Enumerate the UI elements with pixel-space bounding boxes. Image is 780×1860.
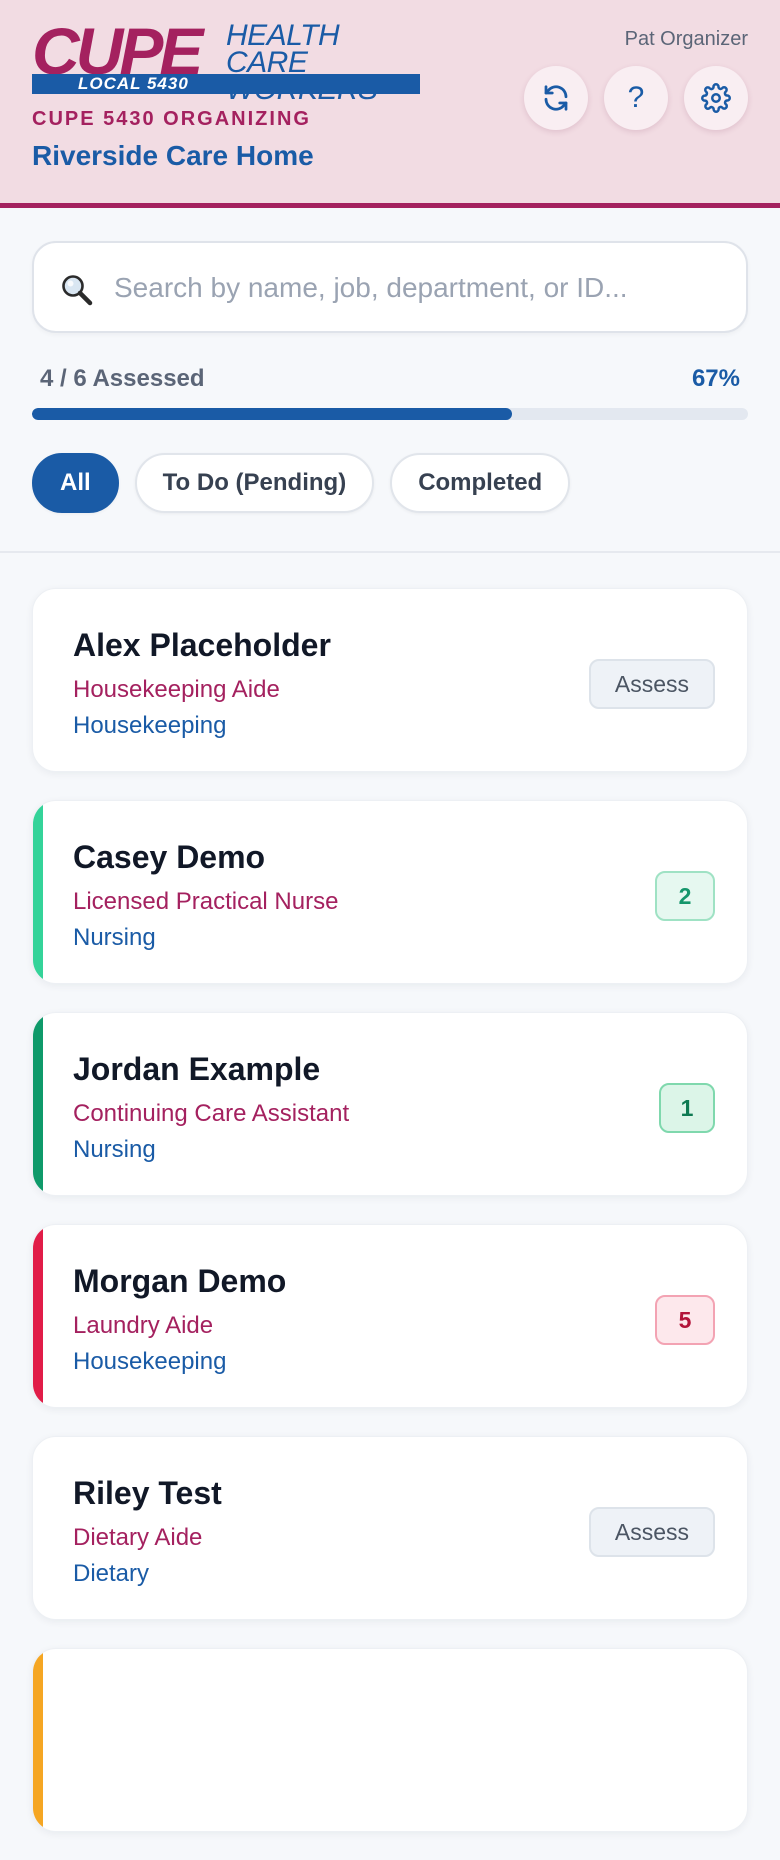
cupe-logo: CUPE HEALTH CARE WORKERS LOCAL 5430 (32, 18, 420, 105)
worker-card[interactable]: Alex Placeholder Housekeeping Aide Houseke… (32, 588, 748, 772)
score-badge: 1 (659, 1083, 715, 1133)
search-input[interactable] (114, 261, 724, 315)
app-header: CUPE HEALTH CARE WORKERS LOCAL 5430 CUPE… (0, 0, 780, 208)
help-button[interactable]: ? (604, 66, 668, 130)
worker-department: Nursing (73, 924, 156, 951)
worker-card[interactable]: Riley Test Dietary Aide Dietary Assess (32, 1436, 748, 1620)
progress-bar-fill (32, 408, 512, 420)
filter-tabs: All To Do (Pending) Completed (32, 453, 571, 513)
worker-department: Housekeeping (73, 712, 227, 739)
worker-card[interactable]: Casey Demo Licensed Practical Nurse Nursin… (32, 800, 748, 984)
worker-list: Alex Placeholder Housekeeping Aide Houseke… (32, 588, 748, 1860)
search-icon (62, 275, 93, 306)
logo-local-bar: LOCAL 5430 (32, 74, 420, 94)
score-badge: 5 (655, 1295, 715, 1345)
worker-name: Alex Placeholder (73, 627, 331, 663)
refresh-icon (544, 85, 568, 111)
score-badge: 2 (655, 871, 715, 921)
worker-name: Jordan Example (73, 1051, 321, 1087)
controls-panel: 4 / 6 Assessed 67% AllTo Do (Pending)Com… (0, 213, 780, 553)
filter-chip-completed[interactable]: Completed (390, 453, 571, 513)
status-accent-bar (33, 1649, 43, 1831)
filter-chip-to-do-pending[interactable]: To Do (Pending) (134, 453, 375, 513)
search-box[interactable] (32, 241, 748, 333)
refresh-button[interactable] (524, 66, 588, 130)
worker-job: Laundry Aide (73, 1312, 214, 1339)
worker-department: Housekeeping (73, 1348, 227, 1375)
gear-icon (701, 83, 731, 113)
site-name: Riverside Care Home (32, 140, 314, 171)
org-line: CUPE 5430 ORGANIZING (32, 108, 311, 130)
progress-label: 4 / 6 Assessed (40, 365, 205, 392)
progress-percent: 67% (691, 365, 740, 392)
worker-department: Nursing (73, 1136, 156, 1163)
help-icon: ? (627, 81, 645, 114)
worker-card[interactable]: Morgan Demo Laundry Aide Housekeeping 5 (32, 1224, 748, 1408)
status-accent-bar (33, 801, 43, 983)
status-accent-bar (33, 1013, 43, 1195)
worker-job: Dietary Aide (73, 1524, 203, 1551)
worker-card[interactable]: Jordan Example Continuing Care Assistant N… (32, 1012, 748, 1196)
settings-button[interactable] (684, 66, 748, 130)
assess-button[interactable]: Assess (589, 1507, 715, 1557)
user-name: Pat Organizer (624, 28, 748, 50)
progress-bar (32, 408, 748, 420)
worker-job: Housekeeping Aide (73, 676, 280, 703)
logo-local-text: LOCAL 5430 (78, 74, 189, 93)
assess-button[interactable]: Assess (589, 659, 715, 709)
status-accent-bar (33, 1225, 43, 1407)
filter-chip-all[interactable]: All (32, 453, 119, 513)
worker-name: Riley Test (73, 1475, 222, 1511)
worker-card[interactable] (32, 1648, 748, 1832)
worker-name: Morgan Demo (73, 1263, 287, 1299)
worker-job: Continuing Care Assistant (73, 1100, 350, 1127)
worker-department: Dietary (73, 1560, 150, 1587)
worker-job: Licensed Practical Nurse (73, 888, 339, 915)
worker-name: Casey Demo (73, 839, 266, 875)
